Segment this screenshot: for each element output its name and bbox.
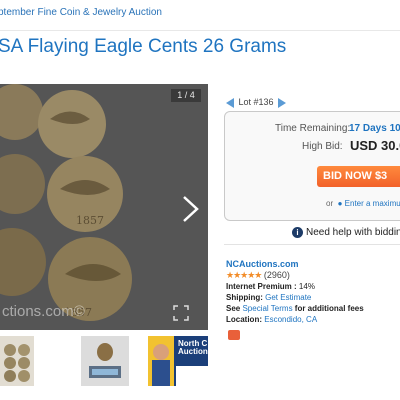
shipping-estimate-link[interactable]: Get Estimate [265,293,311,302]
page-title: SA Flaying Eagle Cents 26 Grams [0,36,287,57]
help-bidding-row[interactable]: i Need help with bidding [292,227,400,238]
thumbnail-1[interactable] [0,336,34,386]
info-icon: i [292,227,303,238]
seller-rating: ★★★★★ (2960) [226,270,290,281]
thumbnail-3[interactable]: North C Auction [148,336,208,386]
special-terms-link[interactable]: Special Terms [242,304,292,313]
thumbnail-3-text: North C Auction [178,339,208,356]
lot-number: Lot #136 [238,97,274,107]
main-image[interactable]: 1857 1857 [0,84,208,330]
seller-logo-icon [228,330,240,340]
or-text: or [326,199,334,208]
rating-stars: ★★★★★ [226,270,262,280]
time-remaining-label: Time Remaining: [275,123,351,134]
location-row: Location: Escondido, CA [226,315,317,324]
high-bid-label: High Bid: [302,141,343,152]
thumbnail-2-image [81,336,129,386]
bullet-icon: ● [335,199,343,208]
max-bid-row: or ● Enter a maximum [326,199,400,208]
chevron-right-icon[interactable] [178,194,202,224]
shipping-row: Shipping: Get Estimate [226,293,311,302]
svg-text:1857: 1857 [76,214,104,227]
premium-label: Internet Premium : [226,282,297,291]
help-bidding-text: Need help with bidding [306,227,400,239]
seller-name-link[interactable]: NCAuctions.com [226,259,299,269]
header-divider [0,30,400,31]
location-value: Escondido, CA [264,315,318,324]
image-counter: 1 / 4 [171,89,201,102]
internet-premium-row: Internet Premium : 14% [226,282,315,291]
special-terms-row: See Special Terms for additional fees [226,304,364,313]
coins-photo: 1857 1857 [0,84,208,330]
expand-icon[interactable] [172,304,190,322]
bid-now-label: BID NOW $3 [323,170,388,182]
time-remaining-value: 17 Days 10 H [349,123,400,134]
image-watermark: ctions.com© [2,303,85,320]
premium-value: 14% [298,282,315,291]
next-lot-arrow-icon[interactable] [278,97,287,108]
prev-lot-arrow-icon[interactable] [226,97,234,108]
breadcrumb[interactable]: ptember Fine Coin & Jewelry Auction [0,7,162,18]
thumbnail-1-image [0,336,34,386]
location-label: Location: [226,315,262,324]
enter-max-bid-link[interactable]: Enter a maximum [345,199,400,208]
see-label: See [226,304,241,313]
section-divider [224,244,400,245]
bid-now-button[interactable]: BID NOW $3 [317,166,400,187]
rating-count[interactable]: (2960) [264,270,290,280]
thumbnail-2[interactable] [81,336,129,386]
high-bid-value: USD 30.00 [350,138,400,153]
shipping-label: Shipping: [226,293,263,302]
lot-navigation: Lot #136 [226,97,287,108]
additional-fees-text: for additional fees [294,304,364,313]
